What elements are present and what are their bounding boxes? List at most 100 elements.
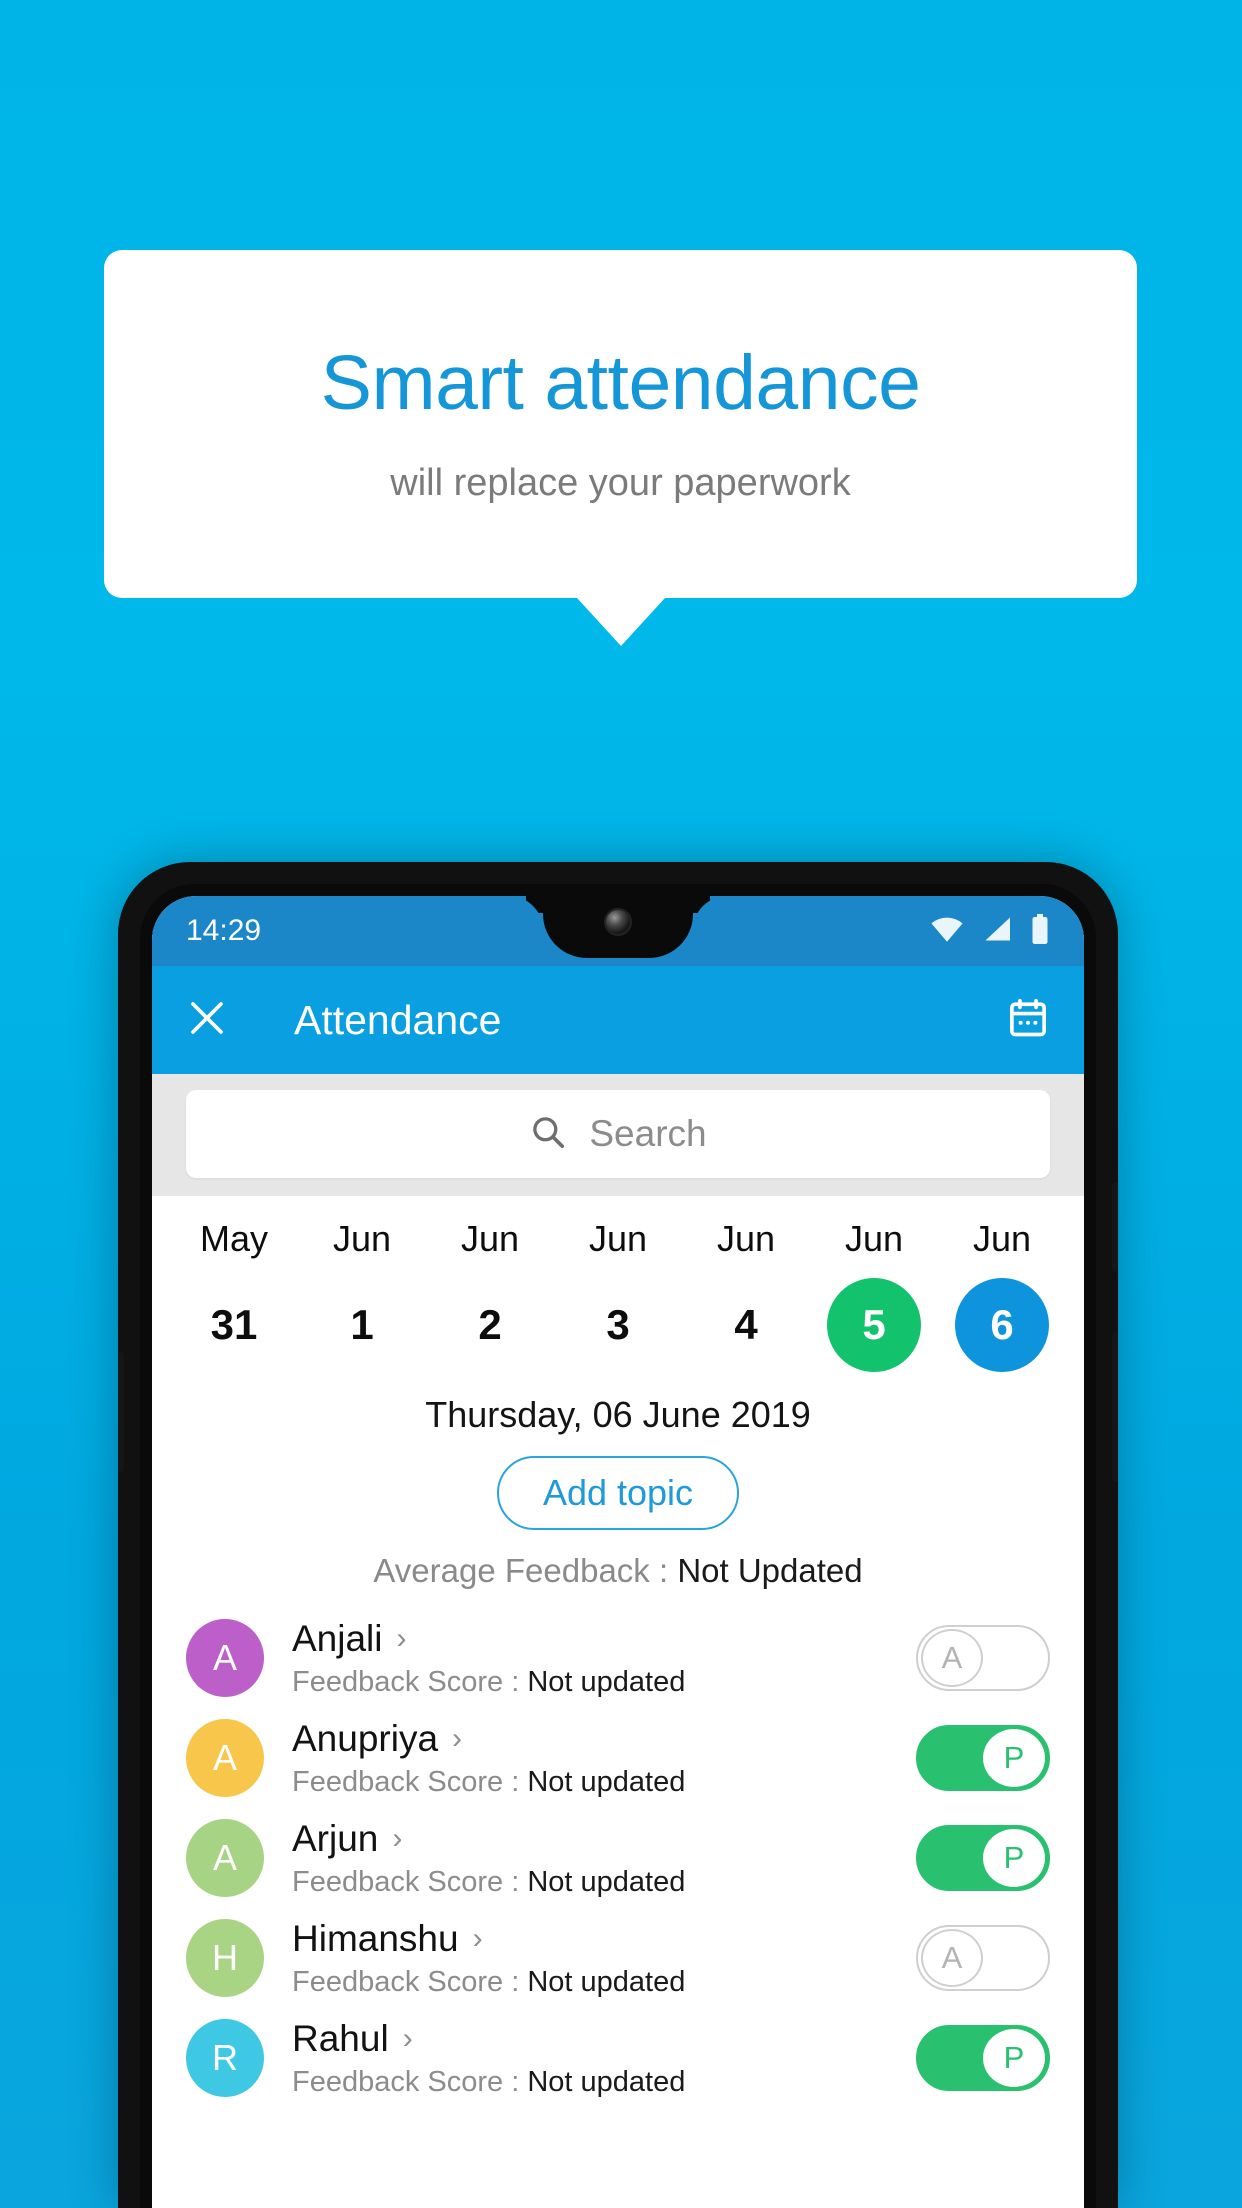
attendance-toggle[interactable]: P — [916, 2025, 1050, 2091]
student-info: Anupriya › Feedback Score : Not updated — [292, 1718, 916, 1799]
promo-card: Smart attendance will replace your paper… — [104, 250, 1137, 598]
date-cell-jun-4[interactable]: Jun 4 — [682, 1218, 810, 1372]
attendance-toggle[interactable]: A — [916, 1925, 1050, 1991]
student-row[interactable]: A Arjun › Feedback Score : Not updated P — [152, 1808, 1084, 1908]
date-day-circle: 1 — [315, 1278, 409, 1372]
chevron-right-icon[interactable]: › — [452, 1722, 462, 1756]
average-feedback-label: Average Feedback : — [373, 1552, 678, 1589]
student-list: A Anjali › Feedback Score : Not updated A A An… — [152, 1608, 1084, 2108]
search-icon — [529, 1113, 567, 1156]
student-feedback-score: Feedback Score : Not updated — [292, 1766, 916, 1799]
average-feedback-value: Not Updated — [677, 1552, 863, 1589]
attendance-toggle[interactable]: A — [916, 1625, 1050, 1691]
date-day-circle: 2 — [443, 1278, 537, 1372]
chevron-right-icon[interactable]: › — [397, 1622, 407, 1656]
phone-notch — [543, 896, 693, 958]
attendance-toggle-knob: A — [921, 1929, 983, 1987]
student-name-line: Anjali › — [292, 1618, 916, 1660]
attendance-toggle-knob: P — [983, 1729, 1045, 1787]
date-cell-jun-6[interactable]: Jun 6 — [938, 1218, 1066, 1372]
phone-side-button — [118, 1352, 124, 1472]
date-day-label: 2 — [478, 1301, 502, 1348]
student-row[interactable]: H Himanshu › Feedback Score : Not updated A — [152, 1908, 1084, 2008]
date-month-label: May — [199, 1218, 268, 1259]
attendance-toggle[interactable]: P — [916, 1825, 1050, 1891]
status-time: 14:29 — [186, 914, 262, 947]
date-day-label: 3 — [606, 1301, 630, 1348]
attendance-toggle-knob: A — [921, 1629, 983, 1687]
student-name: Anjali — [292, 1617, 383, 1659]
student-info: Anjali › Feedback Score : Not updated — [292, 1618, 916, 1699]
attendance-toggle-knob: P — [983, 1829, 1045, 1887]
date-cell-jun-2[interactable]: Jun 2 — [426, 1218, 554, 1372]
date-day-label: 5 — [862, 1301, 886, 1348]
student-name-line: Rahul › — [292, 2018, 916, 2060]
date-cell-jun-5[interactable]: Jun 5 — [810, 1218, 938, 1372]
feedback-score-label: Feedback Score : — [292, 1965, 528, 1998]
date-day-circle: 5 — [827, 1278, 921, 1372]
avatar: A — [186, 1819, 264, 1897]
add-topic-button[interactable]: Add topic — [496, 1456, 740, 1530]
student-feedback-score: Feedback Score : Not updated — [292, 1966, 916, 1999]
student-info: Himanshu › Feedback Score : Not updated — [292, 1918, 916, 1999]
date-day-circle: 4 — [699, 1278, 793, 1372]
battery-icon — [1030, 913, 1050, 949]
chevron-right-icon[interactable]: › — [473, 1922, 483, 1956]
student-row[interactable]: A Anupriya › Feedback Score : Not updated P — [152, 1708, 1084, 1808]
date-strip: May 31 Jun 1 Jun 2 Jun 3 Jun 4 Jun 5 Jun 6 — [152, 1196, 1084, 1380]
phone-power-button — [1112, 1182, 1118, 1272]
student-name-line: Arjun › — [292, 1818, 916, 1860]
chevron-right-icon[interactable]: › — [392, 1822, 402, 1856]
student-row[interactable]: A Anjali › Feedback Score : Not updated A — [152, 1608, 1084, 1708]
phone-screen: 14:29 Attendance Search May 31 Jun 1 Jun… — [152, 896, 1084, 2208]
date-day-circle: 31 — [187, 1278, 281, 1372]
search-area: Search — [152, 1074, 1084, 1196]
chevron-right-icon[interactable]: › — [403, 2022, 413, 2056]
wifi-icon — [930, 916, 964, 947]
student-row[interactable]: R Rahul › Feedback Score : Not updated P — [152, 2008, 1084, 2108]
avatar: A — [186, 1619, 264, 1697]
search-placeholder: Search — [589, 1113, 707, 1154]
calendar-icon[interactable] — [1006, 996, 1050, 1045]
student-name-line: Himanshu › — [292, 1918, 916, 1960]
feedback-score-value: Not updated — [527, 1865, 686, 1898]
feedback-score-value: Not updated — [527, 2065, 686, 2098]
date-month-label: Jun — [972, 1218, 1032, 1259]
add-topic-wrap: Add topic — [152, 1456, 1084, 1530]
date-day-label: 6 — [990, 1301, 1014, 1348]
date-cell-may-31[interactable]: May 31 — [170, 1218, 298, 1372]
avatar: H — [186, 1919, 264, 1997]
close-icon[interactable] — [186, 997, 228, 1044]
phone-volume-button — [1112, 1332, 1118, 1482]
promo-title: Smart attendance — [320, 340, 921, 427]
front-camera-icon — [604, 908, 632, 936]
feedback-score-label: Feedback Score : — [292, 2065, 528, 2098]
date-month-label: Jun — [332, 1218, 392, 1259]
student-info: Rahul › Feedback Score : Not updated — [292, 2018, 916, 2099]
date-day-label: 31 — [210, 1301, 258, 1348]
date-cell-jun-3[interactable]: Jun 3 — [554, 1218, 682, 1372]
avatar: R — [186, 2019, 264, 2097]
student-feedback-score: Feedback Score : Not updated — [292, 2066, 916, 2099]
student-name-line: Anupriya › — [292, 1718, 916, 1760]
date-day-label: 1 — [350, 1301, 374, 1348]
avatar: A — [186, 1719, 264, 1797]
speech-bubble-tail — [577, 598, 665, 646]
feedback-score-label: Feedback Score : — [292, 1665, 528, 1698]
search-input[interactable]: Search — [186, 1090, 1050, 1178]
student-feedback-score: Feedback Score : Not updated — [292, 1866, 916, 1899]
student-name: Arjun — [292, 1817, 379, 1859]
attendance-toggle-knob: P — [983, 2029, 1045, 2087]
student-name: Anupriya — [292, 1717, 439, 1759]
average-feedback: Average Feedback : Not Updated — [152, 1552, 1084, 1590]
phone-bezel: 14:29 Attendance Search May 31 Jun 1 Jun… — [140, 884, 1096, 2208]
date-cell-jun-1[interactable]: Jun 1 — [298, 1218, 426, 1372]
date-day-label: 4 — [734, 1301, 758, 1348]
attendance-toggle[interactable]: P — [916, 1725, 1050, 1791]
feedback-score-label: Feedback Score : — [292, 1865, 528, 1898]
date-month-label: Jun — [460, 1218, 520, 1259]
date-month-label: Jun — [844, 1218, 904, 1259]
signal-icon — [982, 916, 1012, 947]
feedback-score-value: Not updated — [527, 1665, 686, 1698]
status-bar: 14:29 — [152, 896, 1084, 966]
